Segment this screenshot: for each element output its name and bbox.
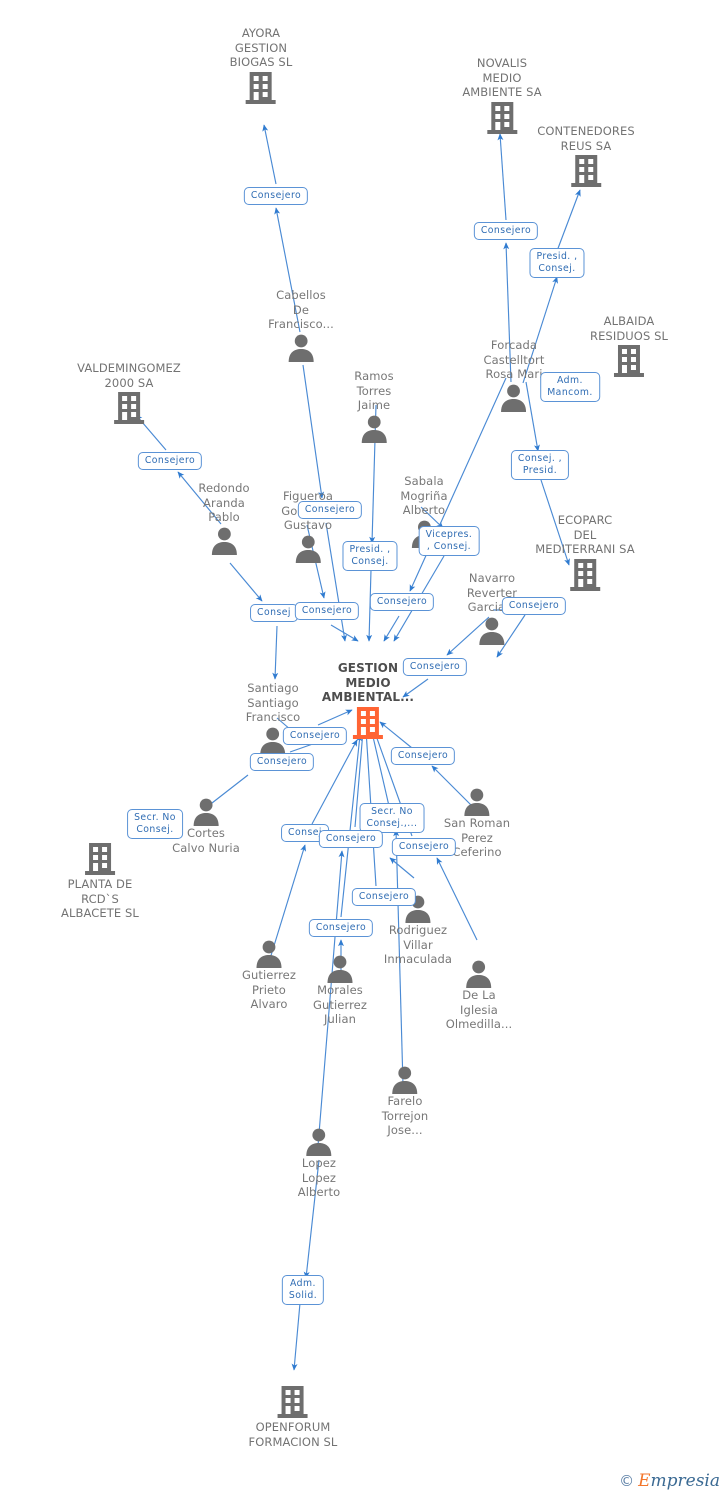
company-node-novalis[interactable]: NOVALIS MEDIO AMBIENTE SA (462, 56, 542, 136)
person-node-lopez[interactable]: Lopez Lopez Alberto (298, 1126, 340, 1200)
role-label-consej-presid[interactable]: Consej. , Presid. (510, 450, 570, 480)
company-label: ECOPARC DEL MEDITERRANI SA (535, 513, 635, 556)
person-node-forcada[interactable]: Forcada Castelltort Rosa Mari (484, 338, 545, 412)
building-icon (249, 1384, 338, 1420)
edge-group (135, 124, 581, 1371)
person-label: Forcada Castelltort Rosa Mari (483, 338, 545, 381)
role-label-vicepres-consej[interactable]: Vicepres. , Consej. (418, 526, 480, 556)
building-icon (462, 100, 541, 136)
company-node-openforum[interactable]: OPENFORUM FORMACION SL (249, 1384, 338, 1449)
person-label: Farelo Torrejon Jose... (381, 1094, 429, 1137)
brand-initial: E (638, 1471, 651, 1491)
role-label-consejero[interactable]: Consejero (351, 888, 417, 906)
person-label: Gutierrez Prieto Alvaro (242, 968, 296, 1011)
building-icon (590, 343, 668, 379)
person-node-morales[interactable]: Morales Gutierrez Julian (313, 953, 367, 1027)
role-label-consejero[interactable]: Consejero (369, 593, 435, 611)
role-label-consejero[interactable]: Consejero (318, 830, 384, 848)
person-icon (382, 1064, 429, 1094)
person-icon (467, 615, 517, 645)
person-node-farelo[interactable]: Farelo Torrejon Jose... (382, 1064, 429, 1138)
role-label-secr-no-consej[interactable]: Secr. No Consej.,... (359, 803, 425, 833)
edge-layer (135, 124, 581, 1371)
person-label: Lopez Lopez Alberto (297, 1156, 341, 1199)
person-icon (281, 533, 334, 563)
role-label-consejero[interactable]: Consejero (249, 753, 315, 771)
role-label-secr-no-consej[interactable]: Secr. No Consej. (127, 809, 183, 839)
person-label: Morales Gutierrez Julian (313, 983, 367, 1026)
company-label: CONTENEDORES REUS SA (537, 124, 635, 153)
company-label: OPENFORUM FORMACION SL (248, 1420, 338, 1449)
role-label-adm-mancom[interactable]: Adm. Mancom. (540, 372, 600, 402)
network-diagram-canvas: AYORA GESTION BIOGAS SL NOVALIS MEDIO AM… (0, 0, 728, 1500)
company-node-albaida[interactable]: ALBAIDA RESIDUOS SL (590, 314, 668, 379)
company-node-ayora[interactable]: AYORA GESTION BIOGAS SL (230, 26, 293, 106)
person-icon (268, 332, 334, 362)
role-label-consejero[interactable]: Consejero (391, 838, 457, 856)
role-label-consejero[interactable]: Consejero (243, 187, 309, 205)
role-label-consejero[interactable]: Consejero (294, 602, 360, 620)
person-icon (198, 525, 249, 555)
company-node-valdemingomez[interactable]: VALDEMINGOMEZ 2000 SA (77, 361, 181, 426)
focus-company-label: GESTION MEDIO AMBIENTAL... (321, 661, 415, 704)
person-label: Sabala Mogriña Alberto (400, 474, 448, 517)
person-icon (446, 958, 513, 988)
role-label-consejero[interactable]: Consejero (501, 597, 567, 615)
person-icon (444, 786, 510, 816)
role-label-consejero[interactable]: Consejero (137, 452, 203, 470)
person-node-redondo[interactable]: Redondo Aranda Pablo (198, 481, 250, 555)
person-icon (484, 382, 545, 412)
person-icon (298, 1126, 340, 1156)
role-label-consejero[interactable]: Consejero (282, 727, 348, 745)
person-label: Redondo Aranda Pablo (198, 481, 250, 524)
role-label-presid-consej[interactable]: Presid. , Consej. (529, 248, 585, 278)
person-node-gutierrez[interactable]: Gutierrez Prieto Alvaro (242, 938, 296, 1012)
role-label-presid-consej[interactable]: Presid. , Consej. (342, 541, 398, 571)
role-label-consejero[interactable]: Consejero (473, 222, 539, 240)
person-label: Rodriguez Villar Inmaculada (383, 923, 453, 966)
company-label: AYORA GESTION BIOGAS SL (229, 26, 293, 69)
building-icon (535, 557, 635, 593)
person-icon (313, 953, 367, 983)
company-label: VALDEMINGOMEZ 2000 SA (77, 361, 181, 390)
building-icon (537, 153, 635, 189)
person-node-cabellos[interactable]: Cabellos De Francisco... (268, 288, 334, 362)
company-label: ALBAIDA RESIDUOS SL (589, 314, 669, 343)
person-node-ramos[interactable]: Ramos Torres Jaime (354, 369, 394, 443)
company-label: NOVALIS MEDIO AMBIENTE SA (462, 56, 542, 99)
company-node-contenedores-reus[interactable]: CONTENEDORES REUS SA (537, 124, 635, 189)
person-node-de-la-iglesia[interactable]: De La Iglesia Olmedilla... (446, 958, 513, 1032)
building-icon (61, 841, 139, 877)
brand-rest: mpresia (650, 1471, 721, 1491)
building-icon (77, 390, 181, 426)
person-label: Ramos Torres Jaime (354, 369, 394, 412)
person-label: Cabellos De Francisco... (268, 288, 334, 331)
role-label-consej[interactable]: Consej (250, 604, 298, 622)
role-label-consejero[interactable]: Consejero (402, 658, 468, 676)
person-label: Santiago Santiago Francisco (245, 681, 301, 724)
role-label-consejero[interactable]: Consejero (390, 747, 456, 765)
role-label-consejero[interactable]: Consejero (308, 919, 374, 937)
company-node-planta-rcds-albacete[interactable]: PLANTA DE RCD`S ALBACETE SL (61, 841, 139, 921)
brand-name: Empresia (638, 1473, 720, 1490)
building-icon (230, 70, 293, 106)
role-label-consejero[interactable]: Consejero (297, 501, 363, 519)
copyright-icon: © (619, 1472, 635, 1490)
person-icon (354, 413, 394, 443)
person-label: De La Iglesia Olmedilla... (445, 988, 513, 1031)
person-icon (242, 938, 296, 968)
role-label-adm-solid[interactable]: Adm. Solid. (281, 1275, 325, 1305)
company-node-ecoparc[interactable]: ECOPARC DEL MEDITERRANI SA (535, 513, 635, 593)
empresia-watermark: © Empresia (619, 1473, 720, 1490)
company-label: PLANTA DE RCD`S ALBACETE SL (61, 877, 139, 920)
